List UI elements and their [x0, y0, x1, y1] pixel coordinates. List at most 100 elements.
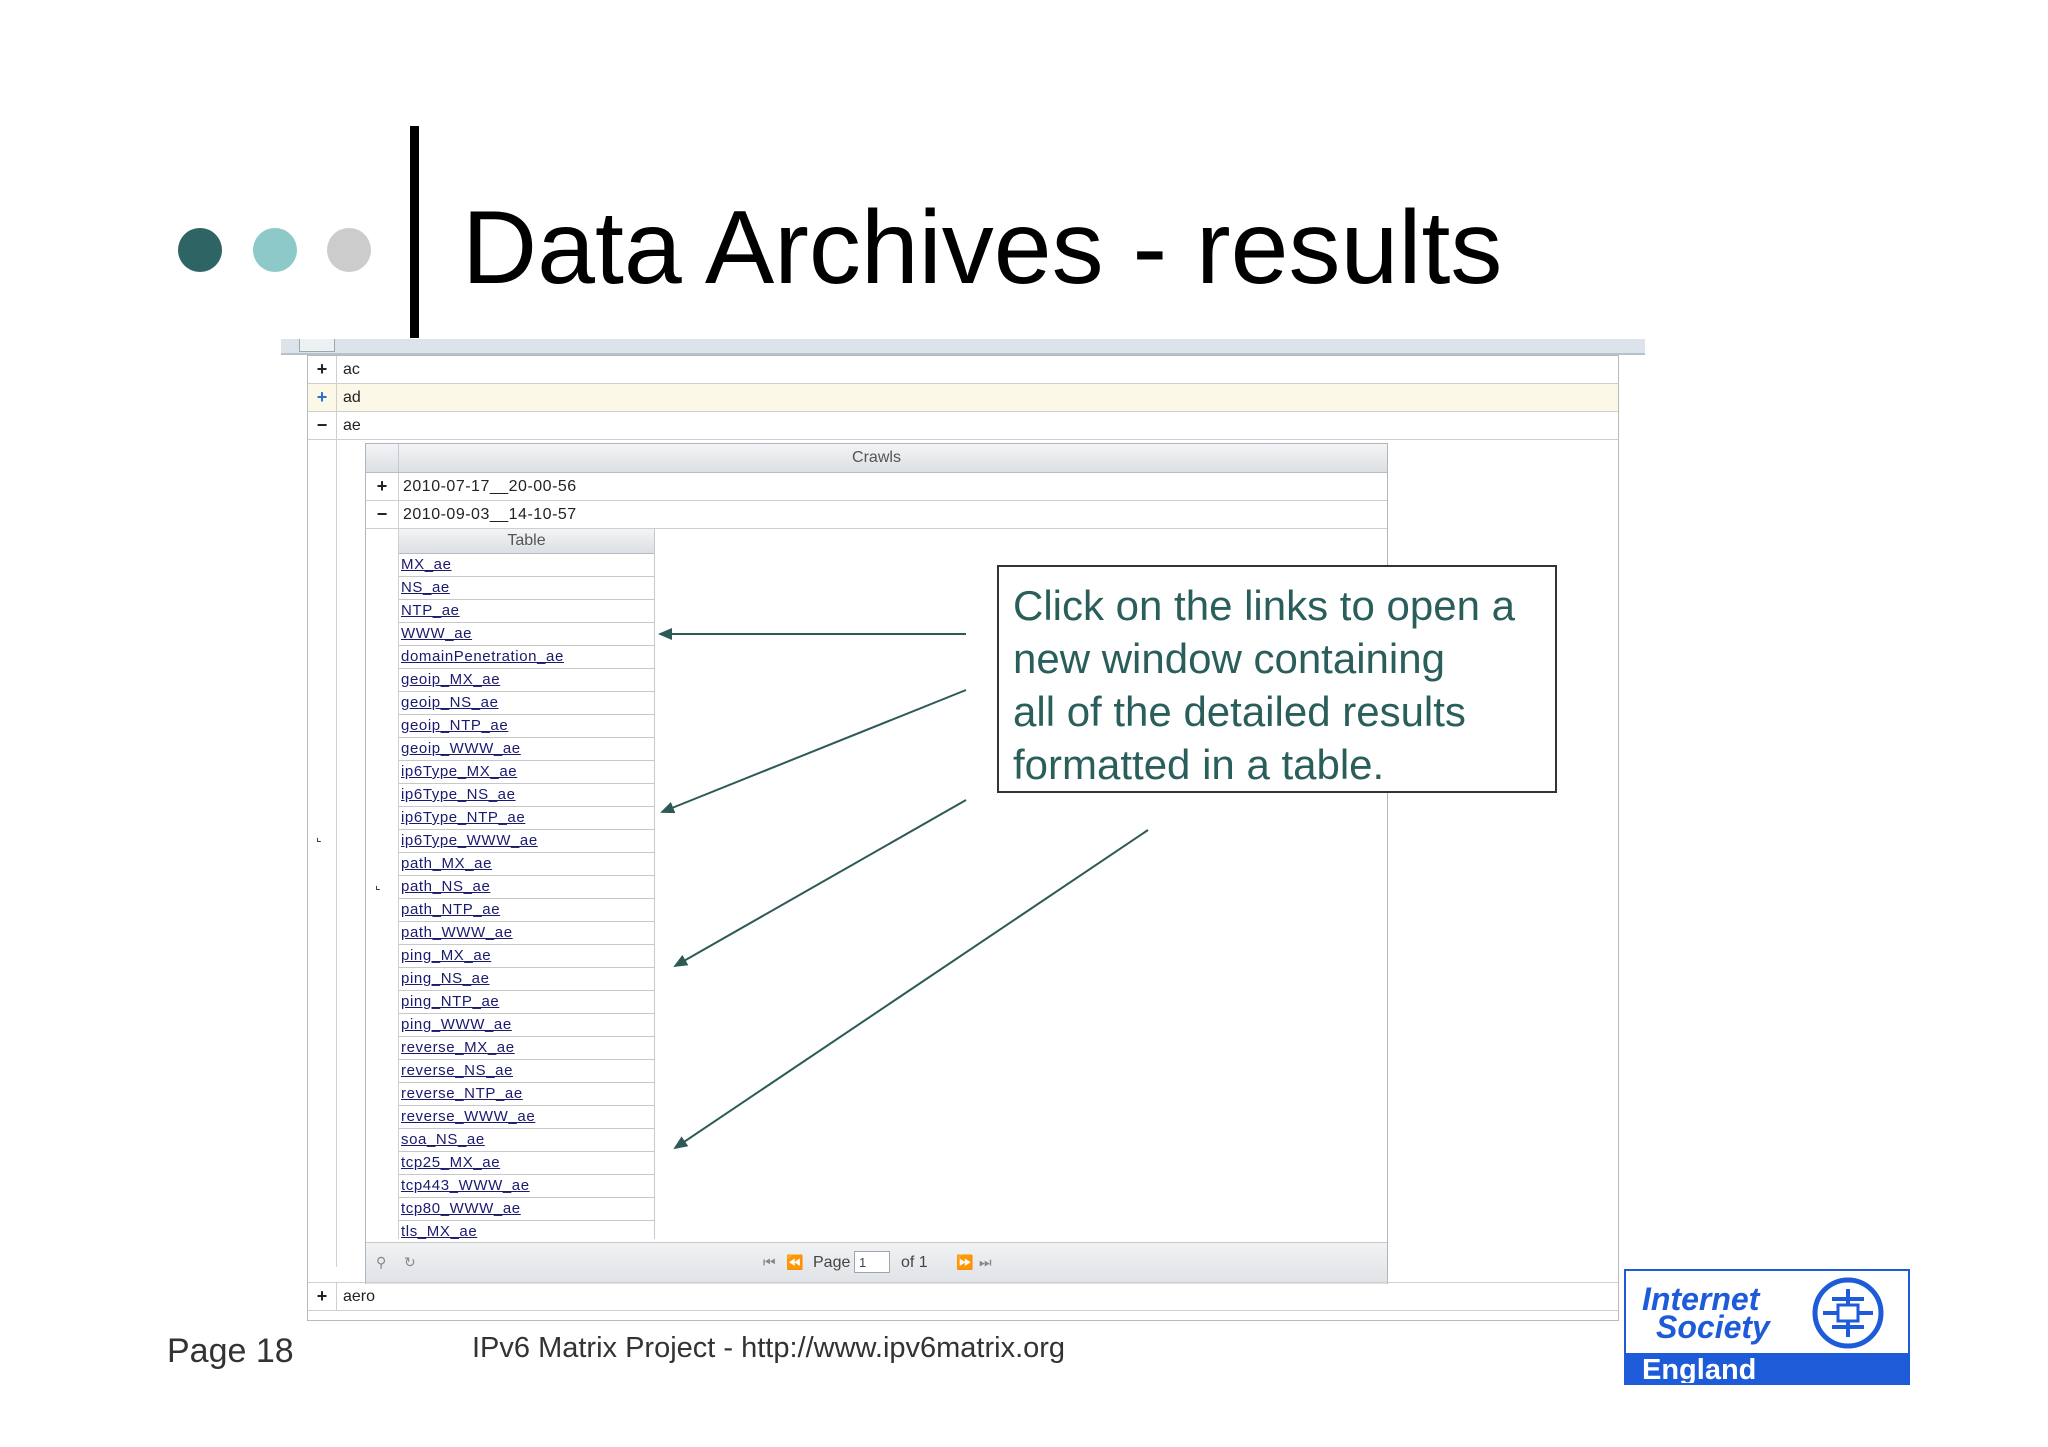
page-label: Page: [813, 1254, 851, 1271]
table-link[interactable]: ip6Type_NTP_ae: [401, 809, 525, 826]
table-row: soa_NS_ae: [399, 1129, 654, 1152]
table-row: WWW_ae: [399, 623, 654, 646]
table-link[interactable]: geoip_NS_ae: [401, 694, 499, 711]
collapse-icon[interactable]: −: [366, 501, 399, 528]
table-row: path_MX_ae: [399, 853, 654, 876]
expand-icon[interactable]: +: [308, 356, 337, 383]
crawl-row-1[interactable]: + 2010-07-17__20-00-56: [366, 473, 1387, 501]
table-link[interactable]: geoip_MX_ae: [401, 671, 500, 688]
isoc-england-logo: Internet Society England: [1624, 1269, 1910, 1385]
tree-corner-icon: ⌞: [375, 878, 381, 892]
table-body: MX_ae NS_ae NTP_ae WWW_ae domainPenetration_…: [399, 554, 654, 1244]
callout-line-2: new window containing: [1013, 635, 1445, 682]
table-row: geoip_NS_ae: [399, 692, 654, 715]
table-row: ip6Type_MX_ae: [399, 761, 654, 784]
table-row: NS_ae: [399, 577, 654, 600]
table-link[interactable]: ping_WWW_ae: [401, 1016, 512, 1033]
table-row: reverse_WWW_ae: [399, 1106, 654, 1129]
tree-row-aero[interactable]: + aero: [308, 1282, 1618, 1311]
table-link[interactable]: ping_NS_ae: [401, 970, 490, 987]
crawl-row-2[interactable]: − 2010-09-03__14-10-57: [366, 501, 1387, 529]
table-link[interactable]: ip6Type_MX_ae: [401, 763, 517, 780]
table-link[interactable]: tcp80_WWW_ae: [401, 1200, 521, 1217]
table-link[interactable]: path_MX_ae: [401, 855, 492, 872]
dot-dark: [178, 228, 222, 272]
table-row: tcp25_MX_ae: [399, 1152, 654, 1175]
table-link[interactable]: ip6Type_WWW_ae: [401, 832, 538, 849]
table-row: ip6Type_NTP_ae: [399, 807, 654, 830]
page-number-input[interactable]: 1: [854, 1251, 890, 1273]
table-row: ping_NTP_ae: [399, 991, 654, 1014]
table-link[interactable]: WWW_ae: [401, 625, 472, 642]
top-toolbar-strip: [281, 339, 1645, 355]
table-link[interactable]: path_NTP_ae: [401, 901, 500, 918]
table-row: ip6Type_WWW_ae: [399, 830, 654, 853]
crawl-row-label: 2010-07-17__20-00-56: [403, 478, 577, 495]
table-row: ping_WWW_ae: [399, 1014, 654, 1037]
table-row: ping_NS_ae: [399, 968, 654, 991]
table-row: ip6Type_NS_ae: [399, 784, 654, 807]
expand-icon[interactable]: +: [308, 384, 337, 411]
table-row: reverse_MX_ae: [399, 1037, 654, 1060]
tree-row-label: ae: [343, 417, 361, 434]
table-link[interactable]: path_WWW_ae: [401, 924, 513, 941]
table-row: geoip_MX_ae: [399, 669, 654, 692]
tree-row-ac[interactable]: + ac: [308, 356, 1618, 384]
tree-row-ae[interactable]: − ae: [308, 412, 1618, 440]
expand-icon[interactable]: +: [308, 1283, 337, 1310]
table-link[interactable]: geoip_NTP_ae: [401, 717, 508, 734]
table-link[interactable]: ip6Type_NS_ae: [401, 786, 516, 803]
table-link[interactable]: tcp25_MX_ae: [401, 1154, 500, 1171]
table-link[interactable]: reverse_WWW_ae: [401, 1108, 535, 1125]
table-row: NTP_ae: [399, 600, 654, 623]
table-link[interactable]: reverse_NTP_ae: [401, 1085, 523, 1102]
last-page-icon[interactable]: ⏭: [979, 1254, 992, 1271]
expand-icon[interactable]: +: [366, 473, 399, 500]
table-row: geoip_NTP_ae: [399, 715, 654, 738]
search-icon[interactable]: ⚲: [376, 1254, 386, 1271]
crawl-indent-column: ⌞: [366, 528, 399, 1239]
table-row: path_WWW_ae: [399, 922, 654, 945]
title-divider: [410, 126, 419, 338]
tree-corner-icon: ⌞: [316, 830, 322, 844]
table-link[interactable]: soa_NS_ae: [401, 1131, 485, 1148]
header-gutter: [366, 444, 399, 472]
table-link[interactable]: tls_MX_ae: [401, 1223, 477, 1240]
first-page-icon[interactable]: ⏮: [763, 1254, 776, 1271]
tree-row-label: aero: [343, 1288, 376, 1305]
next-page-icon[interactable]: ⏩: [956, 1254, 973, 1271]
logo-line-3: England: [1642, 1354, 1757, 1385]
crawls-header-label: Crawls: [852, 449, 901, 466]
table-link[interactable]: NTP_ae: [401, 602, 460, 619]
refresh-icon[interactable]: ↻: [404, 1254, 416, 1271]
prev-page-icon[interactable]: ⏪: [786, 1254, 803, 1271]
table-link[interactable]: geoip_WWW_ae: [401, 740, 521, 757]
table-link[interactable]: tcp443_WWW_ae: [401, 1177, 530, 1194]
crawl-row-label: 2010-09-03__14-10-57: [403, 506, 577, 523]
table-row: ping_MX_ae: [399, 945, 654, 968]
table-link[interactable]: NS_ae: [401, 579, 450, 596]
table-row: domainPenetration_ae: [399, 646, 654, 669]
collapse-icon[interactable]: −: [308, 412, 337, 439]
table-link[interactable]: ping_MX_ae: [401, 947, 491, 964]
table-row: path_NS_ae: [399, 876, 654, 899]
tree-row-label: ac: [343, 361, 360, 378]
table-link[interactable]: domainPenetration_ae: [401, 648, 564, 665]
table-link[interactable]: path_NS_ae: [401, 878, 490, 895]
table-link[interactable]: MX_ae: [401, 556, 452, 573]
table-row: reverse_NS_ae: [399, 1060, 654, 1083]
callout-line-1: Click on the links to open a: [1013, 582, 1515, 629]
pagination-bar: ⚲ ↻ ⏮ ⏪ Page 1 of 1 ⏩ ⏭: [366, 1242, 1387, 1284]
logo-line-2: Society: [1656, 1309, 1770, 1345]
footer-project: IPv6 Matrix Project - http://www.ipv6mat…: [472, 1332, 1066, 1364]
table-link[interactable]: reverse_MX_ae: [401, 1039, 515, 1056]
table-row: tcp80_WWW_ae: [399, 1198, 654, 1221]
globe-icon: [1812, 1277, 1884, 1349]
tree-row-ad[interactable]: + ad: [308, 384, 1618, 412]
table-link[interactable]: reverse_NS_ae: [401, 1062, 513, 1079]
table-link[interactable]: ping_NTP_ae: [401, 993, 499, 1010]
page-of-label: of 1: [901, 1254, 928, 1271]
table-row: reverse_NTP_ae: [399, 1083, 654, 1106]
app-screenshot: + ac + ad − ae ⌞ Crawls + 2010-07-17__20…: [281, 339, 1645, 1323]
page-number: Page 18: [167, 1332, 294, 1370]
